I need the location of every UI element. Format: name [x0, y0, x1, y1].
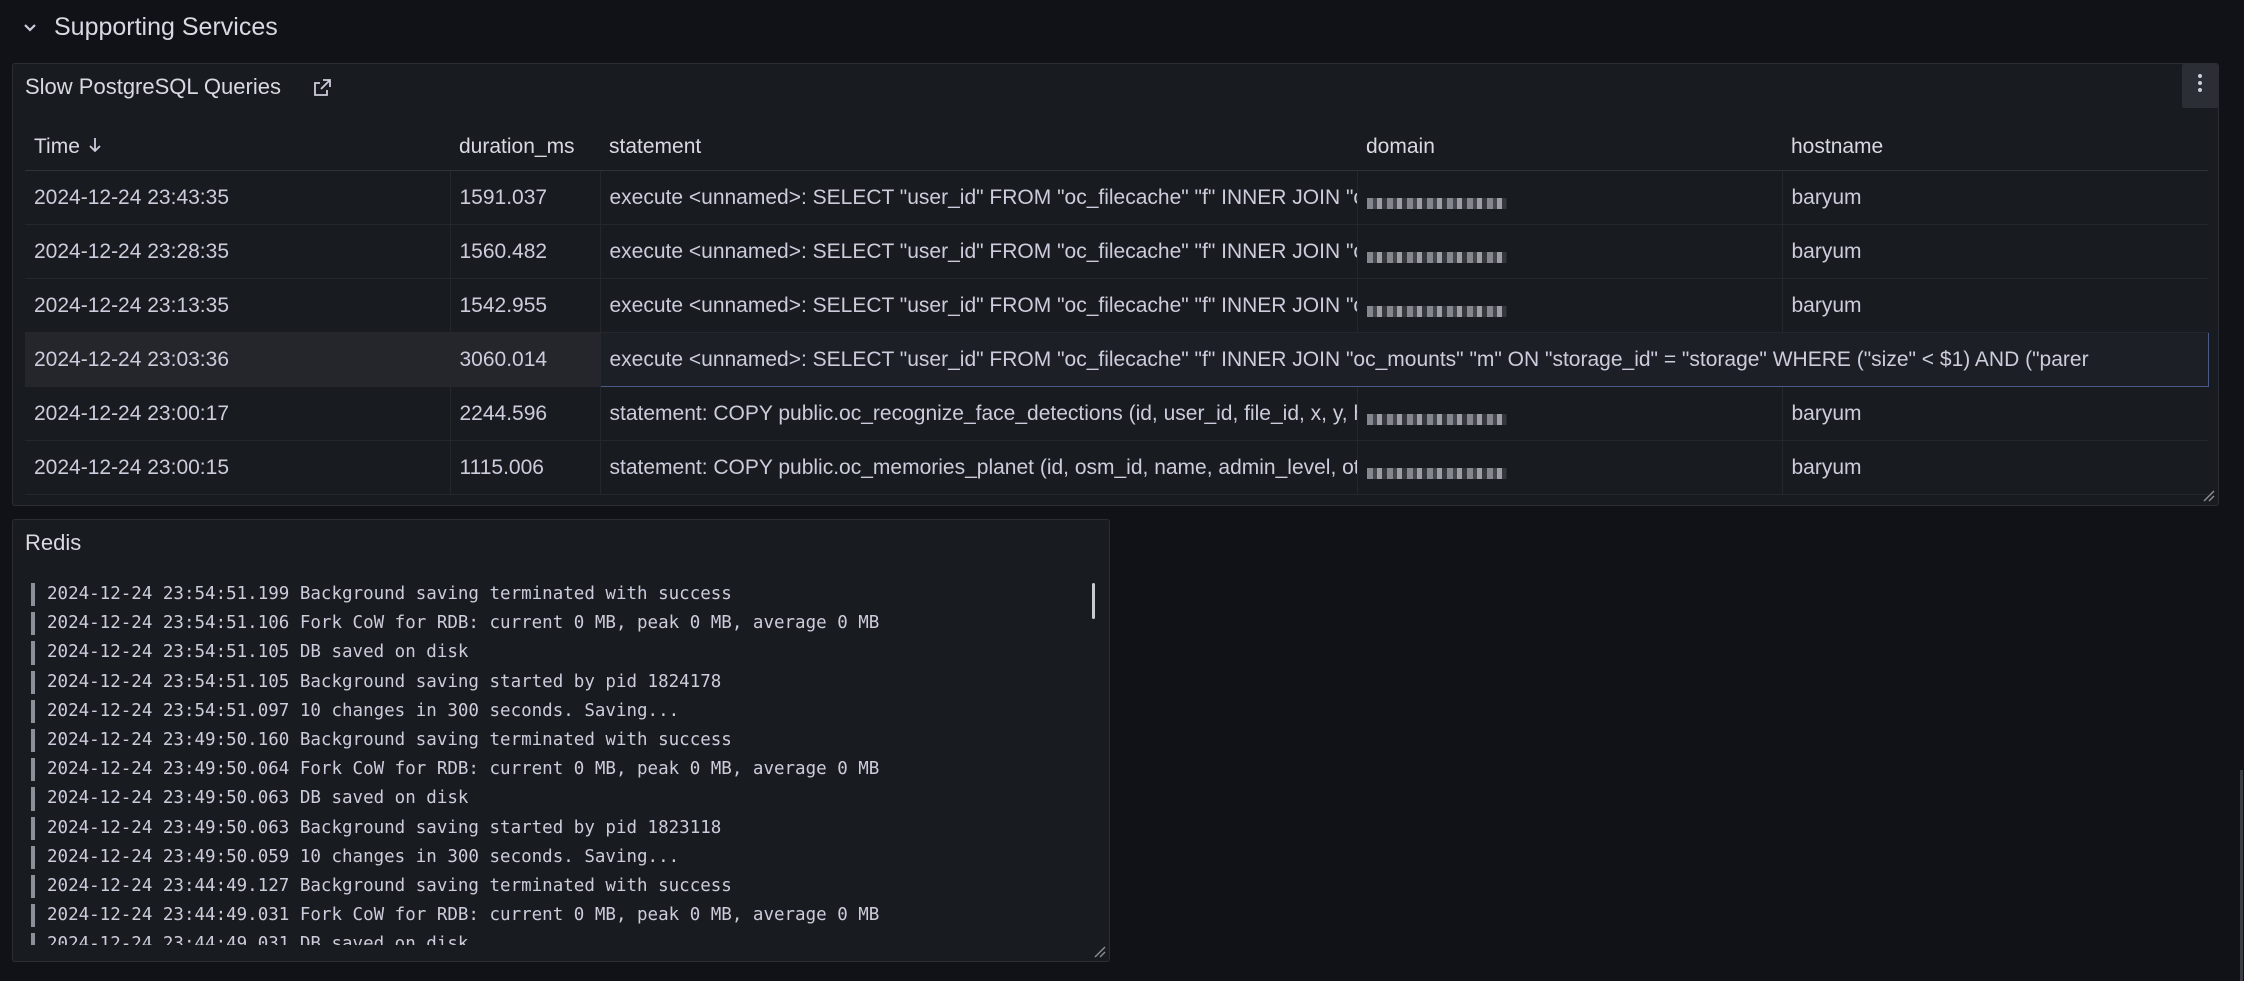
log-line[interactable]: 2024-12-24 23:44:49.031 DB saved on disk	[31, 930, 1093, 945]
log-line[interactable]: 2024-12-24 23:54:51.105 DB saved on disk	[31, 638, 1093, 667]
cell-domain	[1357, 170, 1783, 225]
redacted-domain	[1366, 305, 1507, 317]
sort-down-icon	[88, 135, 102, 159]
queries-table: Time duration_ms statement domain hostna…	[25, 124, 2209, 495]
cell-time: 2024-12-24 23:03:36	[25, 332, 451, 387]
cell-hostname: baryum	[1782, 224, 2208, 279]
column-header-domain[interactable]: domain	[1357, 124, 1782, 171]
table-row[interactable]: 2024-12-24 23:00:15 1115.006 statement: …	[25, 440, 2208, 495]
cell-time: 2024-12-24 23:43:35	[25, 170, 451, 225]
table-row[interactable]: 2024-12-24 23:43:35 1591.037 execute <un…	[25, 170, 2208, 225]
cell-statement-expanded[interactable]: execute <unnamed>: SELECT "user_id" FROM…	[599, 332, 2209, 387]
column-header-hostname[interactable]: hostname	[1782, 124, 2208, 171]
cell-domain	[1357, 278, 1783, 333]
kebab-icon	[2197, 73, 2203, 99]
redacted-domain	[1366, 251, 1507, 263]
column-header-statement[interactable]: statement	[600, 124, 1357, 171]
log-line[interactable]: 2024-12-24 23:49:50.064 Fork CoW for RDB…	[31, 755, 1093, 784]
cell-domain	[1357, 386, 1783, 441]
column-header-time[interactable]: Time	[25, 124, 450, 171]
panel-title: Slow PostgreSQL Queries	[25, 74, 281, 99]
redacted-domain	[1366, 197, 1507, 209]
cell-duration: 3060.014	[450, 332, 601, 387]
column-header-duration[interactable]: duration_ms	[450, 124, 600, 171]
cell-statement: statement: COPY public.oc_memories_plane…	[600, 440, 1358, 495]
table-row[interactable]: 2024-12-24 23:28:35 1560.482 execute <un…	[25, 224, 2208, 279]
table-row[interactable]: 2024-12-24 23:13:35 1542.955 execute <un…	[25, 278, 2208, 333]
resize-handle-icon[interactable]	[1092, 944, 1106, 958]
cell-duration: 1591.037	[450, 170, 601, 225]
cell-duration: 1115.006	[450, 440, 601, 495]
table-header-row: Time duration_ms statement domain hostna…	[25, 124, 2208, 171]
log-line[interactable]: 2024-12-24 23:44:49.127 Background savin…	[31, 872, 1093, 901]
cell-domain	[1357, 224, 1783, 279]
panel-menu-button[interactable]	[2182, 64, 2218, 108]
log-list[interactable]: 2024-12-24 23:54:51.199 Background savin…	[31, 580, 1093, 945]
log-line[interactable]: 2024-12-24 23:44:49.031 Fork CoW for RDB…	[31, 901, 1093, 930]
redacted-domain	[1366, 413, 1507, 425]
panel-title: Redis	[25, 530, 82, 555]
log-line[interactable]: 2024-12-24 23:49:50.059 10 changes in 30…	[31, 843, 1093, 872]
cell-duration: 1542.955	[450, 278, 601, 333]
table-row-hovered[interactable]: 2024-12-24 23:03:36 3060.014 execute <un…	[25, 332, 2209, 387]
cell-statement: execute <unnamed>: SELECT "user_id" FROM…	[600, 278, 1358, 333]
log-line[interactable]: 2024-12-24 23:49:50.160 Background savin…	[31, 726, 1093, 755]
cell-statement: execute <unnamed>: SELECT "user_id" FROM…	[600, 170, 1358, 225]
cell-hostname: baryum	[1782, 386, 2208, 441]
page-scrollbar[interactable]	[2240, 770, 2243, 981]
slow-queries-panel: Slow PostgreSQL Queries Time duration_ms…	[12, 63, 2219, 506]
cell-duration: 1560.482	[450, 224, 601, 279]
cell-hostname: baryum	[1782, 170, 2208, 225]
cell-statement: execute <unnamed>: SELECT "user_id" FROM…	[600, 224, 1358, 279]
cell-domain	[1357, 440, 1783, 495]
row-title: Supporting Services	[54, 13, 278, 41]
resize-handle-icon[interactable]	[2201, 488, 2215, 502]
redis-panel: Redis 2024-12-24 23:54:51.199 Background…	[12, 519, 1110, 962]
log-scrollbar[interactable]	[1092, 583, 1095, 619]
external-link-icon[interactable]	[311, 77, 333, 99]
cell-statement: statement: COPY public.oc_recognize_face…	[600, 386, 1358, 441]
chevron-down-icon[interactable]	[20, 16, 40, 40]
table-row[interactable]: 2024-12-24 23:00:17 2244.596 statement: …	[25, 386, 2208, 441]
log-line[interactable]: 2024-12-24 23:54:51.106 Fork CoW for RDB…	[31, 609, 1093, 638]
cell-time: 2024-12-24 23:00:15	[25, 440, 451, 495]
redacted-domain	[1366, 467, 1507, 479]
row-header[interactable]: Supporting Services	[0, 0, 2244, 58]
cell-time: 2024-12-24 23:13:35	[25, 278, 451, 333]
cell-time: 2024-12-24 23:00:17	[25, 386, 451, 441]
log-line[interactable]: 2024-12-24 23:54:51.097 10 changes in 30…	[31, 697, 1093, 726]
log-line[interactable]: 2024-12-24 23:54:51.105 Background savin…	[31, 668, 1093, 697]
log-line[interactable]: 2024-12-24 23:49:50.063 DB saved on disk	[31, 784, 1093, 813]
cell-hostname: baryum	[1782, 440, 2208, 495]
cell-time: 2024-12-24 23:28:35	[25, 224, 451, 279]
log-line[interactable]: 2024-12-24 23:49:50.063 Background savin…	[31, 814, 1093, 843]
log-line[interactable]: 2024-12-24 23:54:51.199 Background savin…	[31, 580, 1093, 609]
cell-duration: 2244.596	[450, 386, 601, 441]
cell-hostname: baryum	[1782, 278, 2208, 333]
